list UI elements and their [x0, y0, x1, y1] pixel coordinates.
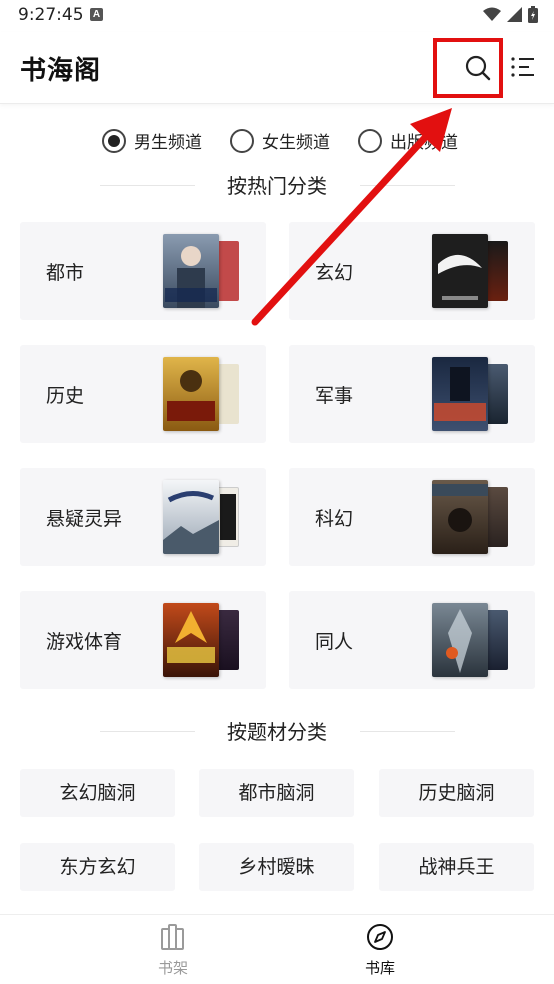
divider — [360, 731, 455, 732]
bottom-nav: 书架 书库 — [0, 914, 554, 984]
category-card-history[interactable]: 历史 — [20, 345, 266, 443]
channel-label: 出版频道 — [390, 133, 458, 153]
status-bar: 9:27:45 A — [0, 0, 554, 32]
category-card-games-sports[interactable]: 游戏体育 — [20, 591, 266, 689]
notification-icon: A — [90, 8, 103, 21]
divider — [100, 185, 195, 186]
nav-label: 书架 — [157, 959, 188, 977]
battery-icon — [528, 6, 538, 23]
nav-item-bookshelf[interactable]: 书架 — [143, 923, 203, 978]
wifi-icon — [483, 7, 501, 21]
category-card-military[interactable]: 军事 — [289, 345, 535, 443]
app-title: 书海阁 — [20, 56, 102, 86]
compass-icon — [367, 924, 393, 950]
category-card-urban[interactable]: 都市 — [20, 222, 266, 320]
section-title: 按题材分类 — [227, 720, 327, 744]
category-card-suspense[interactable]: 悬疑灵异 — [20, 468, 266, 566]
signal-icon — [507, 7, 522, 22]
hot-section-header: 按热门分类 — [0, 170, 554, 200]
book-cover — [163, 480, 219, 554]
book-cover — [163, 234, 219, 308]
theme-section-header: 按题材分类 — [0, 716, 554, 746]
category-label: 历史 — [46, 385, 85, 407]
divider — [100, 731, 195, 732]
bookshelf-icon — [161, 924, 184, 950]
category-label: 军事 — [315, 385, 354, 407]
radio-unchecked-icon[interactable] — [230, 128, 254, 153]
status-time: 9:27:45 — [18, 5, 84, 25]
channel-female[interactable]: 女生频道 — [230, 128, 330, 153]
category-card-scifi[interactable]: 科幻 — [289, 468, 535, 566]
channel-selector: 男生频道 女生频道 出版频道 — [0, 128, 554, 158]
category-label: 悬疑灵异 — [46, 508, 123, 530]
category-label: 科幻 — [315, 508, 354, 530]
category-label: 游戏体育 — [46, 631, 123, 653]
book-cover — [163, 603, 219, 677]
menu-button[interactable] — [510, 54, 536, 80]
annotation-highlight-box — [433, 38, 503, 98]
theme-tag[interactable]: 东方玄幻 — [20, 843, 175, 891]
nav-item-library[interactable]: 书库 — [350, 923, 410, 978]
theme-tag[interactable]: 战神兵王 — [379, 843, 534, 891]
book-cover — [432, 234, 488, 308]
menu-icon — [511, 57, 534, 77]
category-card-fanfic[interactable]: 同人 — [289, 591, 535, 689]
nav-label: 书库 — [364, 959, 395, 977]
category-card-fantasy[interactable]: 玄幻 — [289, 222, 535, 320]
theme-tag[interactable]: 都市脑洞 — [199, 769, 354, 817]
book-cover — [432, 480, 488, 554]
status-indicators — [483, 6, 538, 23]
theme-tag[interactable]: 乡村暧昧 — [199, 843, 354, 891]
theme-tag[interactable]: 玄幻脑洞 — [20, 769, 175, 817]
divider — [360, 185, 455, 186]
channel-label: 女生频道 — [262, 133, 330, 153]
channel-label: 男生频道 — [134, 133, 202, 153]
category-label: 都市 — [46, 262, 85, 284]
channel-publish[interactable]: 出版频道 — [358, 128, 458, 153]
theme-tag[interactable]: 历史脑洞 — [379, 769, 534, 817]
book-cover — [432, 357, 488, 431]
book-cover — [163, 357, 219, 431]
category-label: 同人 — [315, 631, 354, 653]
radio-checked-icon[interactable] — [102, 128, 126, 153]
section-title: 按热门分类 — [227, 174, 327, 198]
category-label: 玄幻 — [315, 262, 354, 284]
channel-male[interactable]: 男生频道 — [102, 128, 202, 153]
radio-unchecked-icon[interactable] — [358, 128, 382, 153]
book-cover — [432, 603, 488, 677]
